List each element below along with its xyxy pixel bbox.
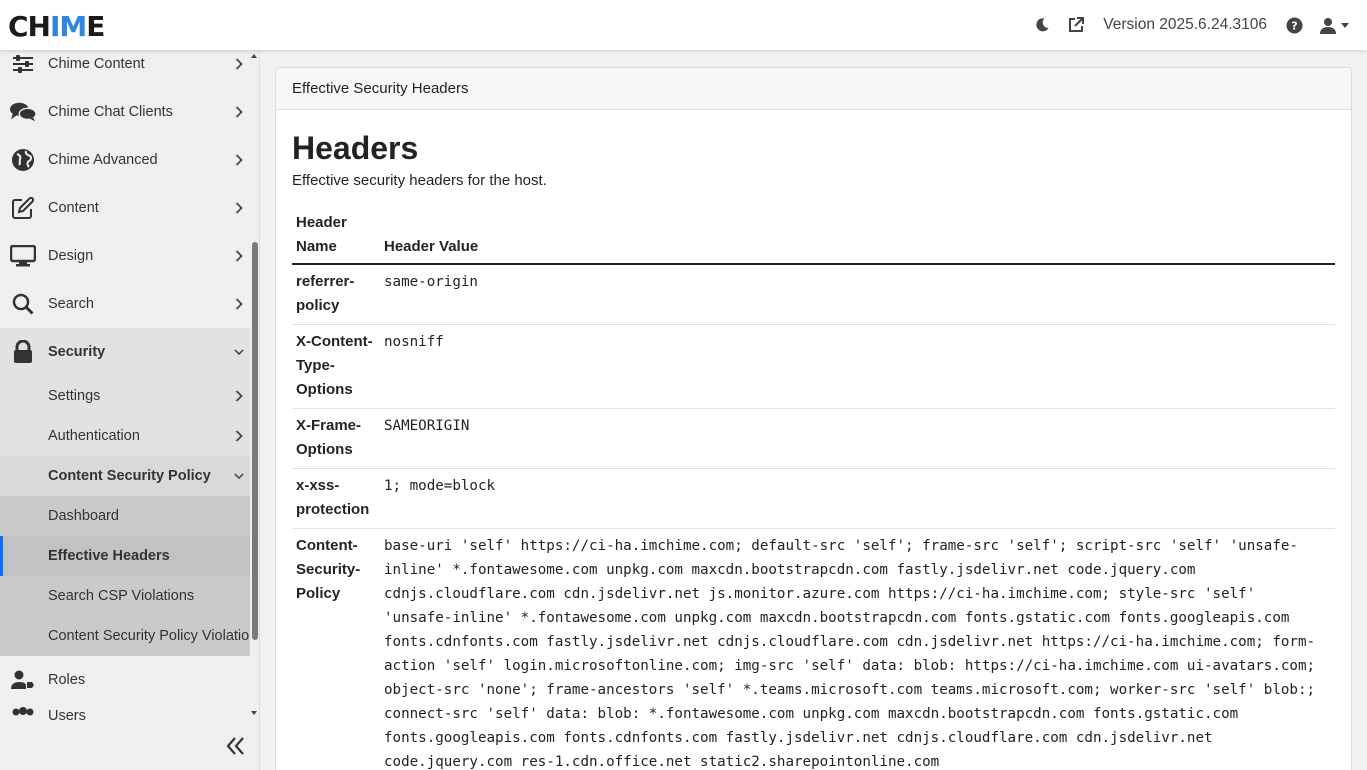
- header-name-cell: x-xss-protection: [292, 468, 380, 529]
- header-name-cell: Content-Security-Policy: [292, 528, 380, 770]
- sidebar-item-chime-advanced[interactable]: Chime Advanced: [0, 136, 250, 184]
- sidebar-item-search[interactable]: Search: [0, 280, 250, 328]
- top-bar: CHIME Version 2025.6.24.3106 ?: [0, 0, 1367, 50]
- sidebar-item-dashboard[interactable]: Dashboard: [0, 496, 250, 536]
- column-header-value: Header Value: [380, 207, 1335, 265]
- table-header-row: Header Name Header Value: [292, 207, 1335, 265]
- card-title: Effective Security Headers: [276, 68, 1351, 110]
- table-row: Content-Security-Policy base-uri 'self' …: [292, 528, 1335, 770]
- collapse-sidebar-button[interactable]: [224, 734, 248, 758]
- header-name-cell: referrer-policy: [292, 264, 380, 325]
- sidebar-item-authentication[interactable]: Authentication: [0, 416, 250, 456]
- chevron-right-icon: [234, 105, 244, 119]
- chevron-down-icon: [234, 469, 244, 483]
- desktop-icon: [10, 243, 36, 269]
- header-value-cell: nosniff: [380, 324, 1335, 409]
- question-icon[interactable]: ?: [1285, 16, 1303, 34]
- header-name-cell: X-Content-Type-Options: [292, 324, 380, 409]
- search-icon: [10, 291, 36, 317]
- sidebar-item-content[interactable]: Content: [0, 184, 250, 232]
- chevron-right-icon: [234, 297, 244, 311]
- header-value-cell: same-origin: [380, 264, 1335, 325]
- external-link-icon[interactable]: [1067, 16, 1085, 34]
- user-tag-icon: [10, 667, 36, 693]
- table-row: X-Content-Type-Options nosniff: [292, 324, 1335, 409]
- scroll-up-arrow-icon[interactable]: [251, 54, 257, 58]
- table-row: X-Frame-Options SAMEORIGIN: [292, 408, 1335, 469]
- double-chevron-left-icon: [226, 737, 244, 755]
- chevron-right-icon: [234, 153, 244, 167]
- moon-icon[interactable]: [1033, 16, 1051, 34]
- chevron-right-icon: [234, 201, 244, 215]
- sidebar-item-security[interactable]: Security: [0, 328, 250, 376]
- sidebar-scroll-thumb[interactable]: [252, 242, 258, 640]
- chevron-right-icon: [234, 57, 244, 71]
- effective-headers-card: Effective Security Headers Headers Effec…: [275, 67, 1352, 770]
- chevron-right-icon: [234, 429, 244, 443]
- sidebar-item-content-security-policy-violation[interactable]: Content Security Policy Violation: [0, 616, 257, 656]
- page-heading: Headers: [292, 130, 419, 166]
- edit-icon: [10, 195, 36, 221]
- table-row: referrer-policy same-origin: [292, 264, 1335, 325]
- version-text: Version 2025.6.24.3106: [1103, 16, 1267, 33]
- chime-logo[interactable]: CHIME: [8, 12, 105, 42]
- user-menu[interactable]: [1319, 16, 1349, 34]
- chevron-down-icon: [234, 345, 244, 359]
- sidebar-item-content-security-policy[interactable]: Content Security Policy: [0, 456, 250, 496]
- sidebar-item-settings[interactable]: Settings: [0, 376, 250, 416]
- sidebar-item-chime-chat-clients[interactable]: Chime Chat Clients: [0, 88, 250, 136]
- user-icon: [1319, 16, 1337, 34]
- sidebar-item-effective-headers[interactable]: Effective Headers: [0, 536, 250, 576]
- chevron-right-icon: [234, 389, 244, 403]
- sidebar-item-chime-content[interactable]: Chime Content: [0, 50, 250, 88]
- header-value-cell: 1; mode=block: [380, 468, 1335, 529]
- sidebar-item-search-csp-violations[interactable]: Search CSP Violations: [0, 576, 250, 616]
- headers-table: Header Name Header Value referrer-policy…: [292, 207, 1335, 770]
- table-row: x-xss-protection 1; mode=block: [292, 468, 1335, 529]
- lock-icon: [10, 339, 36, 365]
- caret-down-icon: [1341, 22, 1349, 28]
- sidebar: Chime Content Chime Chat Clients Chime A…: [0, 50, 260, 770]
- header-value-cell: base-uri 'self' https://ci-ha.imchime.co…: [380, 528, 1335, 770]
- sidebar-item-design[interactable]: Design: [0, 232, 250, 280]
- sidebar-footer: [0, 720, 259, 770]
- globe-icon: [10, 147, 36, 173]
- chevron-right-icon: [234, 249, 244, 263]
- page-subtitle: Effective security headers for the host.: [292, 172, 547, 189]
- comments-icon: [10, 99, 36, 125]
- column-header-name: Header Name: [292, 207, 380, 265]
- header-value-cell: SAMEORIGIN: [380, 408, 1335, 469]
- sliders-icon: [10, 51, 36, 77]
- header-name-cell: X-Frame-Options: [292, 408, 380, 469]
- scroll-down-arrow-icon[interactable]: [251, 711, 257, 715]
- svg-text:?: ?: [1291, 19, 1297, 32]
